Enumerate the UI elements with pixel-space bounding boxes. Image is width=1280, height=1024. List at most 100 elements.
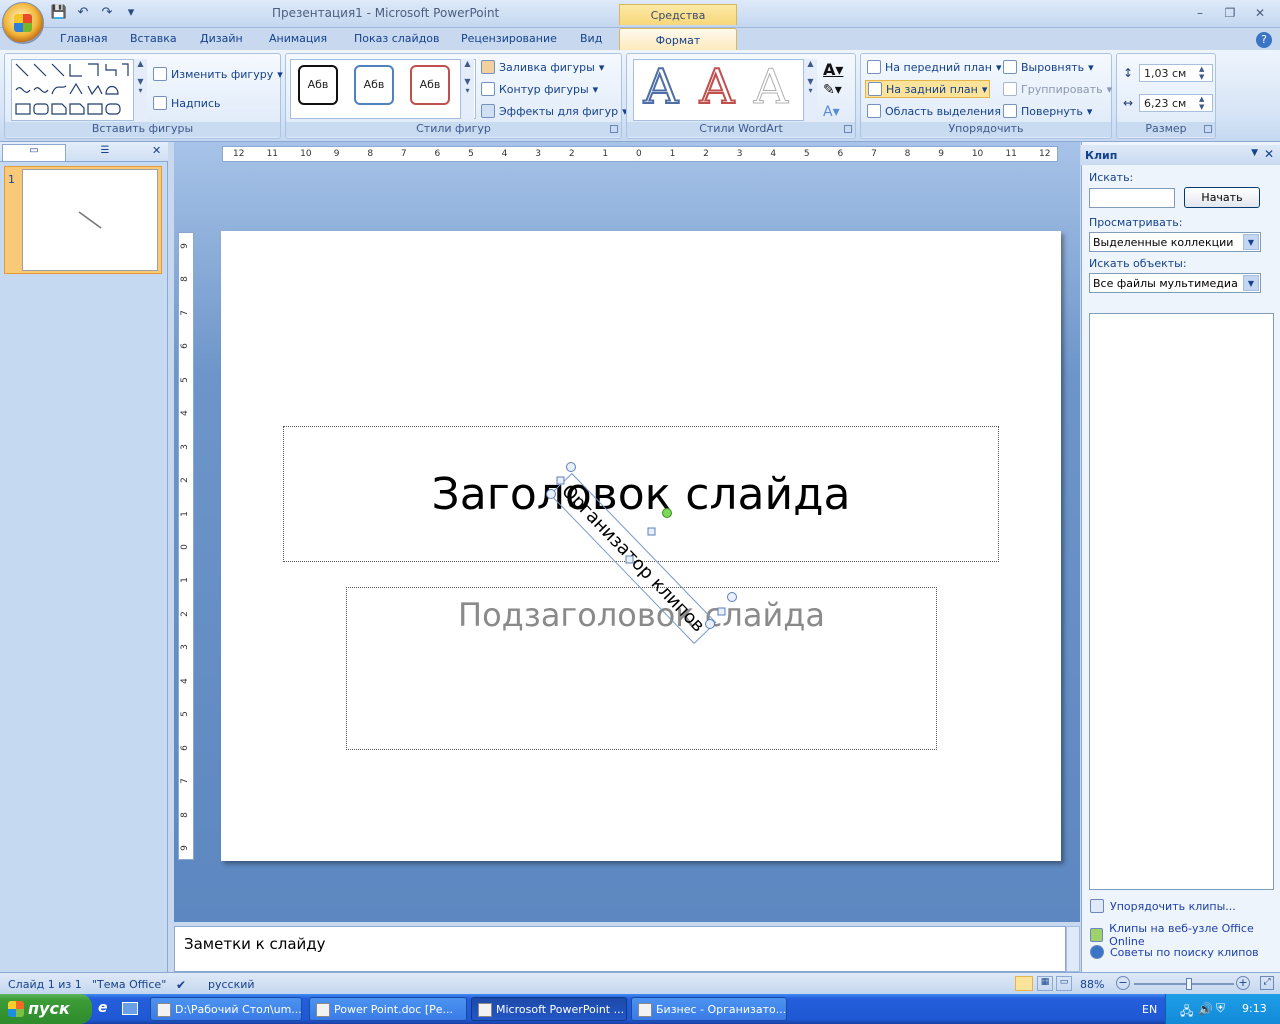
textbox-button[interactable]: Надпись (153, 96, 221, 110)
zoom-out-icon[interactable]: − (1116, 976, 1130, 990)
zoom-slider[interactable] (1134, 978, 1234, 990)
spellcheck-icon[interactable]: ✔ (176, 978, 186, 992)
clip-results-list[interactable] (1089, 313, 1274, 890)
chevron-down-icon[interactable]: ▼ (1243, 234, 1259, 250)
height-spinner-icon[interactable]: ▲ ▼ (1199, 65, 1204, 81)
ruler-tick-label: 5 (468, 149, 474, 159)
fit-to-window-icon[interactable]: ⤢ (1260, 976, 1274, 990)
text-effects-icon[interactable]: A▾ (823, 104, 840, 120)
wordart-style-2[interactable]: A (691, 61, 743, 114)
network-icon[interactable]: 🖧 (1180, 1002, 1193, 1023)
close-icon[interactable]: ✕ (1248, 3, 1272, 23)
resize-handle[interactable] (556, 476, 565, 485)
shape-styles-scroll[interactable]: ▲ ▼ ▾ (460, 59, 474, 119)
shape-style-1[interactable]: Абв (298, 65, 338, 105)
search-tips-link[interactable]: Советы по поиску клипов (1090, 945, 1259, 959)
save-icon[interactable]: 💾 (50, 4, 68, 22)
tab-animation[interactable]: Анимация (269, 32, 327, 45)
language[interactable]: русский (208, 978, 255, 991)
redo-icon[interactable]: ↷ (98, 4, 116, 22)
minimize-icon[interactable]: – (1188, 3, 1212, 23)
wordart-style-1[interactable]: A (635, 61, 687, 114)
restore-icon[interactable]: ❐ (1218, 3, 1242, 23)
tab-slideshow[interactable]: Показ слайдов (354, 32, 440, 45)
shape-effects-button[interactable]: Эффекты для фигур ▾ (481, 104, 628, 118)
dialog-launcher-icon[interactable] (1204, 125, 1212, 133)
zoom-in-icon[interactable]: + (1236, 976, 1250, 990)
organize-clips-link[interactable]: Упорядочить клипы... (1090, 899, 1236, 913)
normal-view-icon[interactable] (1015, 976, 1033, 991)
objects-select[interactable]: Все файлы мультимедиа ▼ (1089, 273, 1261, 293)
show-desktop-icon[interactable] (122, 1002, 138, 1015)
customize-qat-icon[interactable]: ▾ (122, 4, 140, 22)
shape-style-2[interactable]: Абв (354, 65, 394, 105)
taskbar-item-explorer[interactable]: D:\Рабочий Стол\um... (150, 997, 302, 1021)
wordart-style-3[interactable]: A (745, 62, 797, 114)
tab-slides-icon[interactable]: ▭ (2, 144, 66, 161)
tab-outline-icon[interactable]: ☰ (70, 145, 140, 161)
language-indicator[interactable]: EN (1142, 1003, 1157, 1016)
align-button[interactable]: Выровнять ▾ (1003, 60, 1094, 74)
help-icon[interactable]: ? (1256, 32, 1272, 48)
selection-pane-button[interactable]: Область выделения (867, 104, 1001, 118)
shapes-gallery-scroll[interactable]: ▲ ▼ ▾ (133, 59, 147, 121)
notes-scrollbar[interactable] (1066, 926, 1080, 972)
undo-icon[interactable]: ↶ (74, 4, 92, 22)
chevron-down-icon[interactable]: ▼ (1243, 275, 1259, 291)
close-pane-icon[interactable]: ✕ (152, 144, 161, 157)
office-button[interactable] (2, 2, 44, 44)
taskbar-item-powerpoint[interactable]: Microsoft PowerPoint ... (471, 997, 627, 1021)
tab-view[interactable]: Вид (580, 32, 602, 45)
notes-pane[interactable]: Заметки к слайду (174, 926, 1066, 972)
rotate-handle[interactable] (662, 508, 672, 518)
resize-handle[interactable] (705, 619, 715, 629)
taskbar-item-word[interactable]: Power Point.doc [Ре... (309, 997, 467, 1021)
resize-handle[interactable] (566, 462, 576, 472)
tab-review[interactable]: Рецензирование (461, 32, 557, 45)
dialog-launcher-icon[interactable] (610, 125, 618, 133)
search-go-button[interactable]: Начать (1184, 187, 1260, 208)
ie-icon[interactable]: e (98, 1000, 116, 1018)
security-icon[interactable]: ⛨ (1216, 1001, 1225, 1016)
wordart-scroll[interactable]: ▲ ▼ ▾ (803, 59, 817, 121)
pane-options-icon[interactable]: ▼ (1251, 148, 1258, 158)
volume-icon[interactable]: 🔊 (1198, 1002, 1213, 1016)
tab-insert[interactable]: Вставка (130, 32, 177, 45)
rotate-button[interactable]: Повернуть ▾ (1003, 104, 1092, 118)
text-fill-icon[interactable]: A▾ (823, 60, 843, 79)
resize-handle[interactable] (727, 592, 737, 602)
selection-handles (546, 462, 737, 629)
send-back-button[interactable]: На задний план ▾ (865, 80, 991, 98)
dialog-launcher-icon[interactable] (844, 125, 852, 133)
slide-canvas[interactable]: Заголовок слайда Подзаголовок слайда Орг… (221, 231, 1061, 861)
text-outline-icon[interactable]: ✎▾ (823, 82, 842, 98)
group-button[interactable]: Группировать ▾ (1003, 82, 1112, 96)
clip-search-input[interactable] (1089, 188, 1175, 208)
change-shape-button[interactable]: Изменить фигуру ▾ (153, 67, 283, 81)
slide-thumbnail[interactable] (22, 169, 158, 271)
close-pane-icon[interactable]: ✕ (1264, 147, 1274, 161)
start-button[interactable]: пуск (0, 994, 92, 1024)
shape-fill-button[interactable]: Заливка фигуры ▾ (481, 60, 604, 74)
shapes-gallery[interactable] (11, 59, 143, 121)
slide-sorter-icon[interactable]: ▦ (1037, 976, 1053, 991)
resize-handle[interactable] (546, 489, 556, 499)
tab-format[interactable]: Формат (619, 28, 737, 51)
resize-handle[interactable] (647, 527, 656, 536)
width-spinner-icon[interactable]: ▲ ▼ (1199, 95, 1204, 111)
resize-handle[interactable] (717, 607, 726, 616)
bring-front-button[interactable]: На передний план ▾ (867, 60, 1002, 74)
shape-style-3[interactable]: Абв (410, 65, 450, 105)
tab-design[interactable]: Дизайн (200, 32, 243, 45)
title-bar: Презентация1 - Microsoft PowerPoint Сред… (0, 0, 1280, 43)
taskbar-item-organizer[interactable]: Бизнес - Организато... (631, 997, 787, 1021)
slideshow-icon[interactable]: ▭ (1056, 976, 1072, 991)
ruler-tick-label: 7 (400, 149, 407, 159)
browse-select[interactable]: Выделенные коллекции ▼ (1089, 232, 1261, 252)
resize-handle[interactable] (625, 555, 634, 564)
zoom-slider-thumb[interactable] (1186, 978, 1192, 990)
zoom-level[interactable]: 88% (1080, 978, 1104, 991)
ruler-tick-label: 3 (179, 644, 190, 651)
shape-outline-button[interactable]: Контур фигуры ▾ (481, 82, 598, 96)
tab-home[interactable]: Главная (60, 32, 108, 45)
